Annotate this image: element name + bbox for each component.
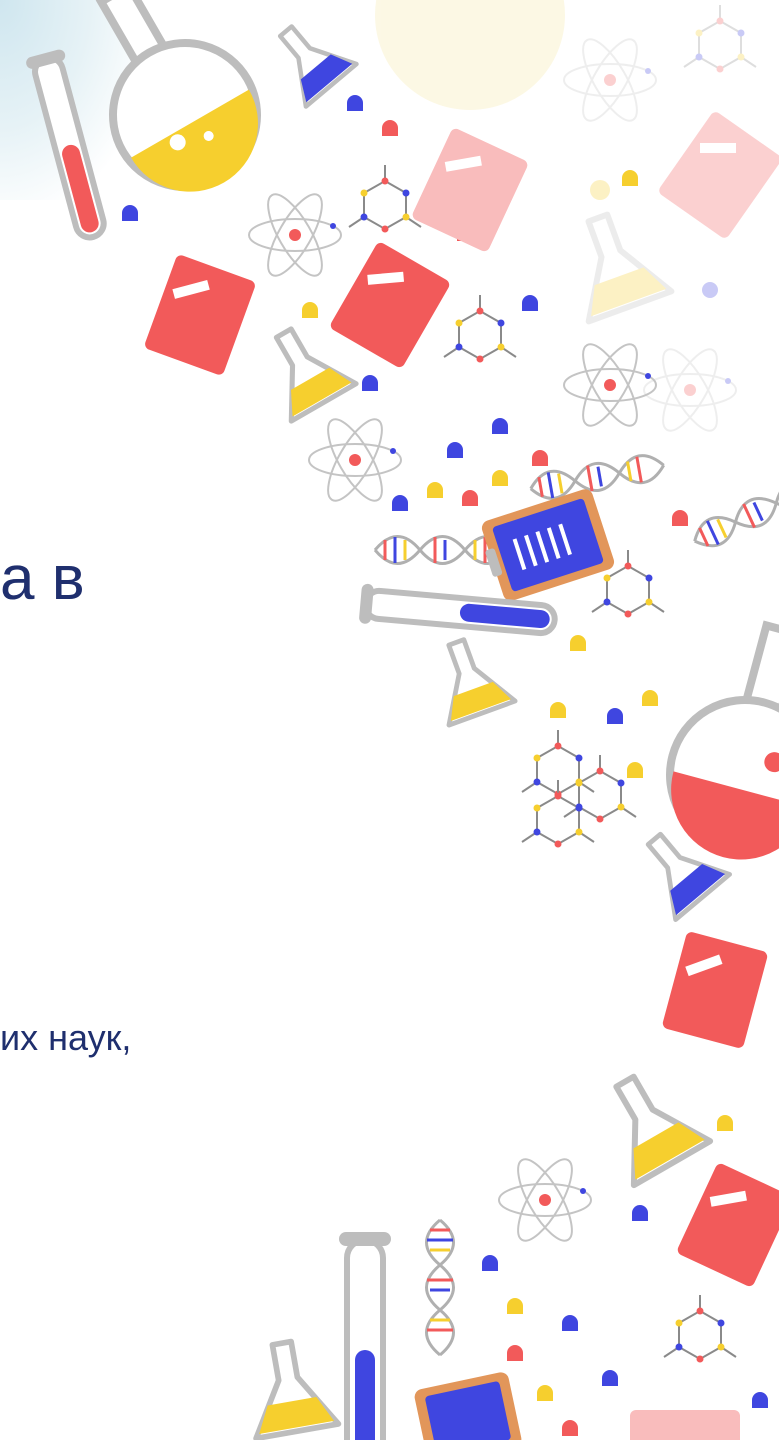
test-tube-icon: [26, 49, 107, 241]
slide-heading: а в: [0, 544, 85, 613]
molecule-icon: [348, 164, 422, 234]
notebook-icon: [143, 253, 257, 377]
clipboard-icon: [481, 489, 615, 601]
science-decoration: [26, 0, 779, 1440]
dna-icon: [526, 450, 668, 504]
slide: а в их наук,: [0, 0, 779, 1440]
atom-icon: [248, 186, 342, 284]
slide-body-text: их наук,: [0, 1017, 132, 1058]
